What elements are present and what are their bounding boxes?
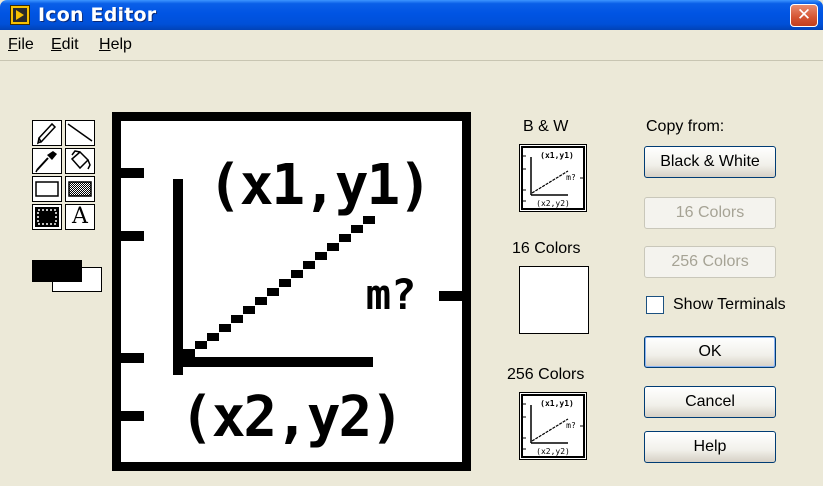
icon-canvas[interactable]: (x1,y1) m? (x2,y2) xyxy=(112,112,471,471)
bw-label: B & W xyxy=(523,118,569,135)
copy-from-label: Copy from: xyxy=(646,118,725,135)
bw-mini-drawing: (x1,y1) m? (x2,y2) xyxy=(521,146,585,210)
text-icon: A xyxy=(72,204,88,229)
icon-drawing: (x1,y1) m? (x2,y2) xyxy=(121,153,462,450)
color-copy-tool[interactable] xyxy=(32,148,62,174)
256-colors-icon-preview[interactable]: (x1,y1) m? (x2,y2) xyxy=(519,392,587,460)
line-tool[interactable] xyxy=(65,120,95,146)
terminal-tick xyxy=(121,411,144,421)
eyedropper-icon xyxy=(35,151,57,173)
terminal-tick xyxy=(121,168,144,178)
x-axis xyxy=(173,357,373,367)
256-colors-label: 256 Colors xyxy=(507,366,585,383)
fill-tool[interactable] xyxy=(65,148,95,174)
rectangle-tool[interactable] xyxy=(32,176,62,202)
svg-text:(x1,y1): (x1,y1) xyxy=(540,151,574,160)
cancel-button[interactable]: Cancel xyxy=(644,386,776,418)
svg-text:m?: m? xyxy=(566,173,576,182)
terminal-tick xyxy=(439,291,462,301)
line-icon xyxy=(67,123,93,142)
help-button[interactable]: Help xyxy=(644,431,776,463)
terminal-tick xyxy=(121,353,144,363)
256-mini-drawing: (x1,y1) m? (x2,y2) xyxy=(521,394,585,458)
menu-bar: File Edit Help xyxy=(0,30,823,61)
svg-text:m?: m? xyxy=(566,421,576,430)
select-tool[interactable] xyxy=(32,204,62,230)
close-icon: ✕ xyxy=(796,5,812,25)
bw-icon-preview[interactable]: (x1,y1) m? (x2,y2) xyxy=(519,144,587,212)
svg-text:(x2,y2): (x2,y2) xyxy=(536,199,570,208)
window-title: Icon Editor xyxy=(38,4,157,26)
y-axis xyxy=(173,179,183,375)
16-colors-icon-preview[interactable] xyxy=(519,266,589,334)
show-terminals-label[interactable]: Show Terminals xyxy=(673,296,786,314)
16-colors-label: 16 Colors xyxy=(512,240,581,257)
show-terminals-checkbox[interactable] xyxy=(646,296,664,314)
bucket-icon xyxy=(70,150,91,170)
copy-256-colors-button[interactable]: 256 Colors xyxy=(644,246,776,278)
menu-help[interactable]: Help xyxy=(99,36,132,54)
pencil-icon xyxy=(36,122,57,145)
svg-text:(x1,y1): (x1,y1) xyxy=(540,399,574,408)
pencil-tool[interactable] xyxy=(32,120,62,146)
filled-rectangle-icon xyxy=(68,181,92,197)
title-bar[interactable]: Icon Editor ✕ xyxy=(0,0,823,30)
labview-icon xyxy=(10,5,30,25)
foreground-color-swatch[interactable] xyxy=(32,260,82,282)
select-icon xyxy=(35,207,59,227)
bottom-point-label: (x2,y2) xyxy=(180,385,402,450)
slope-label: m? xyxy=(366,270,417,319)
terminal-tick xyxy=(121,231,144,241)
slope-line xyxy=(183,216,375,357)
rectangle-icon xyxy=(35,181,59,197)
menu-file[interactable]: File xyxy=(8,36,34,54)
ok-button[interactable]: OK xyxy=(644,336,776,368)
top-point-label: (x1,y1) xyxy=(208,153,430,218)
svg-text:(x2,y2): (x2,y2) xyxy=(536,447,570,456)
menu-edit[interactable]: Edit xyxy=(51,36,79,54)
close-button[interactable]: ✕ xyxy=(790,4,818,27)
copy-16-colors-button[interactable]: 16 Colors xyxy=(644,197,776,229)
copy-black-white-button[interactable]: Black & White xyxy=(644,146,776,178)
filled-rectangle-tool[interactable] xyxy=(65,176,95,202)
text-tool[interactable]: A xyxy=(65,204,95,230)
